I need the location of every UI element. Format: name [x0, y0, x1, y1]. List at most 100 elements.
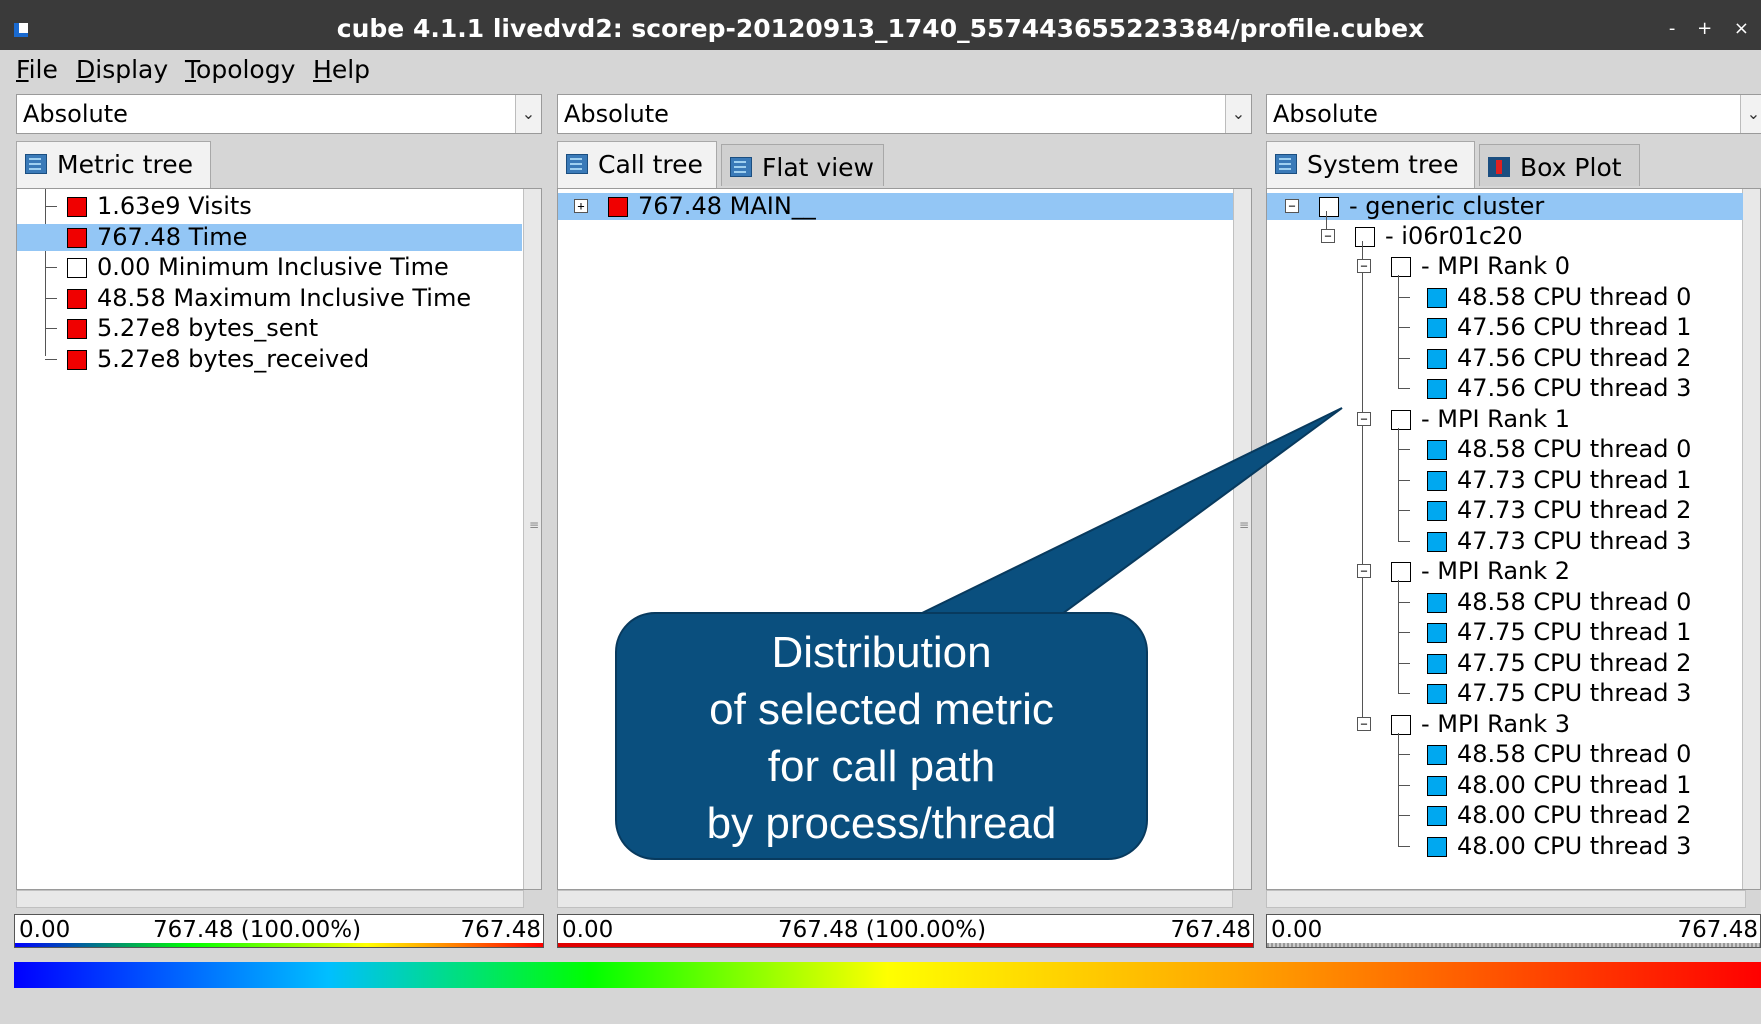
rank-row[interactable]: − - MPI Rank 2 [1267, 558, 1667, 585]
thread-row[interactable]: 47.73 CPU thread 1 [1267, 465, 1691, 494]
cube-window: cube 4.1.1 livedvd2: scorep-20120913_174… [0, 0, 1761, 1024]
call-name: MAIN__ [729, 192, 816, 220]
cluster-row[interactable]: − - generic cluster [1267, 193, 1743, 220]
collapse-icon[interactable]: − [1357, 564, 1371, 578]
collapse-icon[interactable]: − [1285, 199, 1299, 213]
window-controls[interactable]: - + × [1669, 18, 1757, 39]
row-text: - MPI Rank 0 [1421, 253, 1570, 280]
metric-value: 5.27e8 [97, 314, 181, 342]
call-value-scale: 0.00 767.48 (100.00%) 767.48 [557, 914, 1254, 948]
metric-mode-select[interactable]: Absolute ⌄ [16, 94, 542, 134]
thread-row[interactable]: 47.56 CPU thread 2 [1267, 344, 1691, 372]
row-text: - MPI Rank 1 [1421, 405, 1570, 433]
collapse-icon[interactable]: − [1321, 229, 1335, 243]
thread-value: 48.58 [1457, 435, 1526, 463]
row-text: 48.00 CPU thread 1 [1457, 771, 1691, 799]
scale-min: 0.00 [1271, 917, 1323, 943]
row-text: 0.00 Minimum Inclusive Time [97, 254, 449, 281]
menu-help[interactable]: Help [313, 55, 370, 84]
call-mode-select[interactable]: Absolute ⌄ [557, 94, 1252, 134]
tab-label: Flat view [762, 153, 874, 182]
chevron-down-icon[interactable]: ⌄ [1740, 95, 1761, 133]
thread-value: 48.58 [1457, 740, 1526, 768]
row-text: - generic cluster [1349, 193, 1544, 220]
metric-row[interactable]: 767.48 Time [17, 223, 522, 251]
call-mode-value: Absolute [564, 100, 669, 128]
scale-gradient [15, 943, 543, 947]
metric-row[interactable]: 0.00 Minimum Inclusive Time [17, 254, 522, 281]
thread-name: CPU thread 0 [1533, 435, 1692, 463]
menu-label: isplay [95, 55, 169, 84]
thread-row[interactable]: 47.56 CPU thread 1 [1267, 314, 1691, 341]
expand-icon[interactable]: + [574, 199, 588, 213]
metric-row[interactable]: 5.27e8 bytes_received [17, 345, 522, 373]
thread-value: 47.73 [1457, 496, 1526, 524]
value-color-box [1319, 197, 1339, 217]
vertical-scrollbar[interactable] [1742, 189, 1760, 889]
rank-row[interactable]: − - MPI Rank 3 [1267, 710, 1667, 738]
value-color-box [1391, 409, 1411, 430]
thread-row[interactable]: 48.58 CPU thread 0 [1267, 588, 1691, 616]
value-color-box [1427, 653, 1447, 674]
call-value: 767.48 [638, 192, 722, 220]
vertical-scrollbar[interactable] [523, 189, 541, 889]
thread-row[interactable]: 48.58 CPU thread 0 [1267, 740, 1691, 768]
vertical-scrollbar[interactable] [1233, 189, 1251, 889]
splitter-handle[interactable]: ≡ [529, 518, 539, 532]
system-tree: − - generic cluster − - i06r01c20− - MPI Ran… [1266, 188, 1761, 890]
scale-max: 767.48 [1677, 917, 1758, 943]
menu-accel: F [16, 55, 29, 84]
metric-row[interactable]: 1.63e9 Visits [17, 193, 522, 220]
chevron-down-icon[interactable]: ⌄ [515, 95, 541, 133]
collapse-icon[interactable]: − [1357, 716, 1371, 731]
system-mode-select[interactable]: Absolute ⌄ [1266, 94, 1761, 134]
metric-name: Minimum Inclusive Time [158, 253, 449, 281]
tab-flat-view[interactable]: Flat view [721, 144, 884, 186]
callout-line: for call path [767, 742, 996, 791]
value-color-box [1427, 440, 1447, 460]
tab-call-tree[interactable]: Call tree [557, 141, 717, 189]
scale-gradient [558, 943, 1253, 947]
thread-value: 47.73 [1457, 526, 1526, 555]
thread-row[interactable]: 47.75 CPU thread 2 [1267, 649, 1691, 677]
metric-row[interactable]: 48.58 Maximum Inclusive Time [17, 284, 522, 312]
metric-value: 0.00 [97, 253, 151, 281]
value-color-box [1391, 257, 1411, 277]
menu-topology[interactable]: Topology [185, 55, 295, 84]
collapse-icon[interactable]: − [1357, 259, 1371, 273]
row-text: 47.56 CPU thread 1 [1457, 314, 1691, 341]
tab-system-tree[interactable]: System tree [1266, 141, 1475, 189]
call-hscroll[interactable] [557, 890, 1233, 908]
boxplot-icon [1488, 157, 1510, 177]
rank-row[interactable]: − - MPI Rank 1 [1267, 405, 1667, 433]
thread-value: 47.73 [1457, 465, 1526, 494]
tab-metric-tree[interactable]: Metric tree [16, 141, 211, 189]
call-row[interactable]: +767.48 MAIN__ [558, 193, 1233, 220]
tab-box-plot[interactable]: Box Plot [1479, 144, 1640, 186]
row-text: 767.48 Time [97, 223, 247, 251]
system-hscroll[interactable] [1266, 890, 1746, 908]
row-text: 47.56 CPU thread 3 [1457, 375, 1691, 402]
thread-row[interactable]: 47.75 CPU thread 1 [1267, 619, 1691, 646]
chevron-down-icon[interactable]: ⌄ [1225, 95, 1251, 133]
metric-hscroll[interactable] [16, 890, 524, 908]
row-text: - MPI Rank 3 [1421, 710, 1570, 738]
scale-min: 0.00 [19, 917, 71, 943]
rank-row[interactable]: − - MPI Rank 0 [1267, 253, 1667, 280]
metric-row[interactable]: 5.27e8 bytes_sent [17, 315, 522, 342]
thread-row[interactable]: 48.58 CPU thread 0 [1267, 435, 1691, 463]
thread-row[interactable]: 48.00 CPU thread 2 [1267, 802, 1691, 829]
thread-row[interactable]: 47.75 CPU thread 3 [1267, 680, 1691, 707]
thread-row[interactable]: 48.00 CPU thread 3 [1267, 832, 1691, 860]
thread-row[interactable]: 47.73 CPU thread 3 [1267, 526, 1691, 555]
thread-row[interactable]: 48.58 CPU thread 0 [1267, 283, 1691, 311]
thread-row[interactable]: 47.73 CPU thread 2 [1267, 496, 1691, 524]
splitter-handle[interactable]: ≡ [1239, 518, 1249, 532]
menu-file[interactable]: File [16, 55, 58, 84]
menu-display[interactable]: Display [76, 55, 168, 84]
thread-row[interactable]: 48.00 CPU thread 1 [1267, 771, 1691, 799]
collapse-icon[interactable]: − [1357, 411, 1371, 426]
thread-row[interactable]: 47.56 CPU thread 3 [1267, 375, 1691, 402]
node-row[interactable]: − - i06r01c20 [1267, 223, 1707, 250]
thread-name: CPU thread 2 [1533, 801, 1692, 829]
